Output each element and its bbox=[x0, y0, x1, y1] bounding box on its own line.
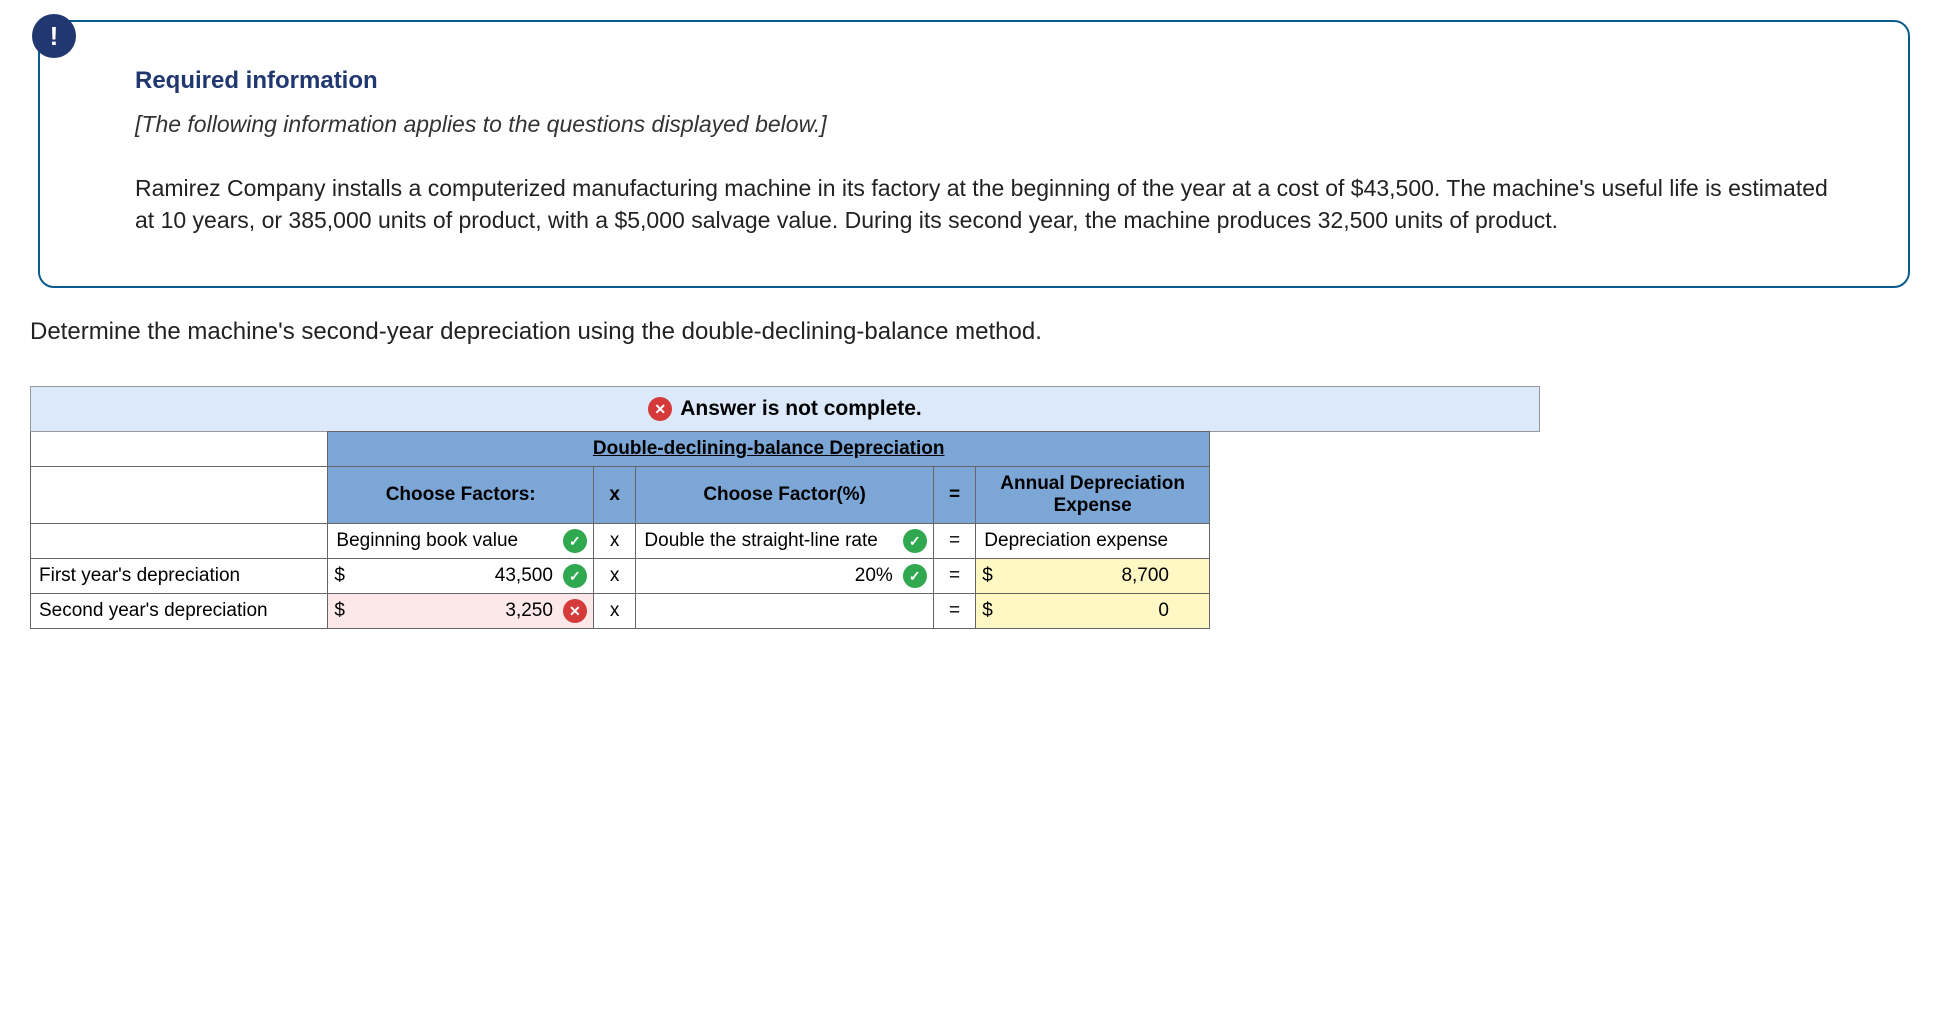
first-year-value-input[interactable]: $ 43,500 ✓ bbox=[328, 559, 594, 594]
info-body: Ramirez Company installs a computerized … bbox=[135, 172, 1838, 236]
table-row: First year's depreciation $ 43,500 ✓ x 2… bbox=[31, 559, 1210, 594]
header-choose-factor-pct: Choose Factor(%) bbox=[636, 467, 933, 524]
table-row: Second year's depreciation $ 3,250 ✕ x =… bbox=[31, 594, 1210, 629]
first-year-result: $ 8,700 bbox=[976, 559, 1210, 594]
first-year-pct-input[interactable]: 20% ✓ bbox=[636, 559, 933, 594]
answer-status-text: Answer is not complete. bbox=[680, 397, 922, 421]
header-x: x bbox=[593, 467, 635, 524]
answer-status-banner: ✕ Answer is not complete. bbox=[30, 386, 1540, 432]
header-equals: = bbox=[933, 467, 975, 524]
guide-eq: = bbox=[933, 524, 975, 559]
row-label-second-year: Second year's depreciation bbox=[31, 594, 328, 629]
guide-pct-select[interactable]: Double the straight-line rate ✓ bbox=[636, 524, 933, 559]
required-information-box: ! Required information [The following in… bbox=[38, 20, 1910, 288]
guide-factor-select[interactable]: Beginning book value ✓ bbox=[328, 524, 594, 559]
check-icon: ✓ bbox=[563, 529, 587, 553]
info-icon: ! bbox=[32, 14, 76, 58]
check-icon: ✓ bbox=[563, 564, 587, 588]
info-subtitle: [The following information applies to th… bbox=[135, 111, 1838, 138]
guide-x: x bbox=[593, 524, 635, 559]
cross-icon: ✕ bbox=[563, 599, 587, 623]
question-text: Determine the machine's second-year depr… bbox=[30, 318, 1910, 346]
second-year-result: $ 0 bbox=[976, 594, 1210, 629]
guide-result-label: Depreciation expense bbox=[976, 524, 1210, 559]
check-icon: ✓ bbox=[903, 529, 927, 553]
second-year-value-input[interactable]: $ 3,250 ✕ bbox=[328, 594, 594, 629]
guide-row: Beginning book value ✓ x Double the stra… bbox=[31, 524, 1210, 559]
table-title: Double-declining-balance Depreciation bbox=[328, 432, 1210, 467]
header-choose-factors: Choose Factors: bbox=[328, 467, 594, 524]
row-label-first-year: First year's depreciation bbox=[31, 559, 328, 594]
cross-icon: ✕ bbox=[648, 397, 672, 421]
header-annual-depreciation: Annual Depreciation Expense bbox=[976, 467, 1210, 524]
second-year-pct-input[interactable] bbox=[636, 594, 933, 629]
check-icon: ✓ bbox=[903, 564, 927, 588]
info-title: Required information bbox=[135, 67, 1838, 95]
depreciation-table: Double-declining-balance Depreciation Ch… bbox=[30, 431, 1210, 629]
